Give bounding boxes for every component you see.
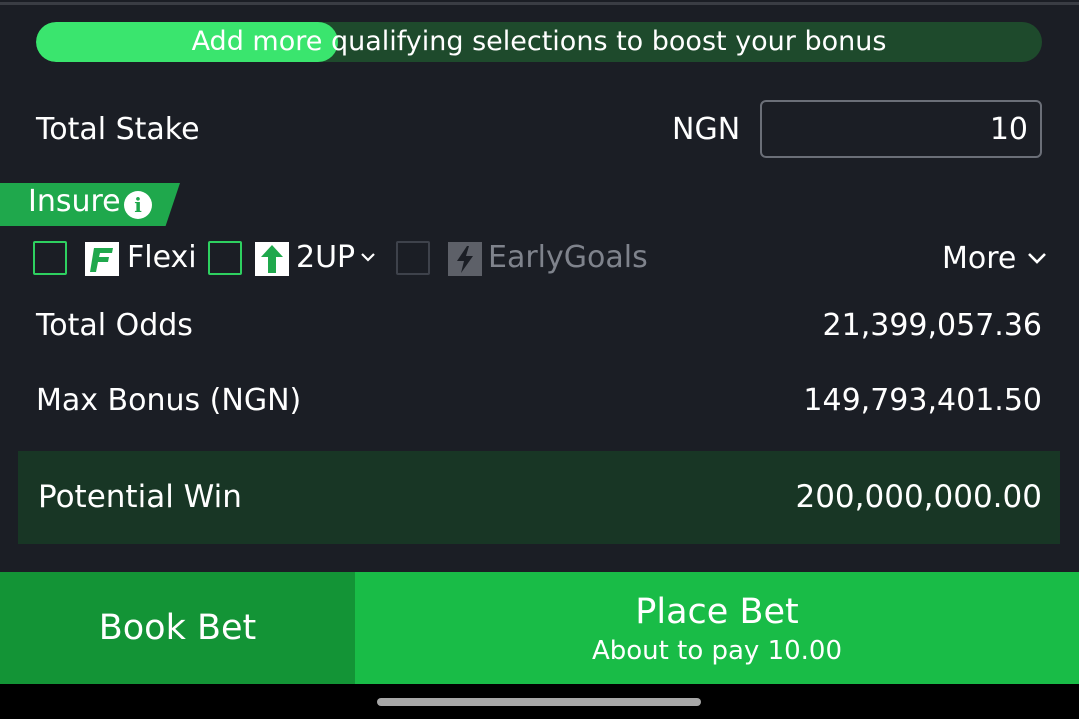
potential-win-value: 200,000,000.00 [795, 479, 1042, 515]
max-bonus-label: Max Bonus (NGN) [36, 383, 302, 418]
insure-label: Insure [28, 184, 121, 219]
more-options-button[interactable]: More [942, 241, 1016, 276]
max-bonus-value: 149,793,401.50 [803, 383, 1042, 418]
home-indicator[interactable] [377, 698, 701, 706]
place-bet-button[interactable]: Place Bet About to pay 10.00 [355, 572, 1079, 684]
place-bet-amount: About to pay 10.00 [591, 636, 843, 666]
total-odds-value: 21,399,057.36 [822, 308, 1042, 343]
two-up-checkbox[interactable] [208, 241, 242, 275]
flexi-checkbox[interactable] [33, 241, 67, 275]
chevron-down-icon[interactable] [360, 251, 376, 263]
two-up-icon [255, 242, 289, 276]
lightning-icon [448, 242, 482, 276]
earlygoals-label: EarlyGoals [488, 240, 648, 275]
two-up-label[interactable]: 2UP [296, 240, 355, 275]
potential-win-row: Potential Win 200,000,000.00 [18, 451, 1060, 544]
potential-win-label: Potential Win [38, 479, 242, 515]
place-bet-label: Place Bet [635, 592, 799, 632]
stake-currency: NGN [672, 112, 741, 147]
bonus-progress-text: Add more qualifying selections to boost … [191, 26, 887, 57]
top-divider [0, 2, 1079, 5]
earlygoals-checkbox [396, 241, 430, 275]
betslip-panel: Add more qualifying selections to boost … [0, 0, 1079, 684]
stake-input[interactable] [760, 100, 1042, 158]
flexi-icon [85, 242, 119, 276]
info-icon[interactable]: i [124, 191, 152, 219]
total-stake-label: Total Stake [36, 112, 200, 147]
bonus-progress-bar: Add more qualifying selections to boost … [36, 22, 1042, 62]
total-odds-label: Total Odds [36, 308, 193, 343]
more-chevron-down-icon[interactable] [1026, 251, 1048, 265]
flexi-label[interactable]: Flexi [127, 240, 197, 275]
book-bet-button[interactable]: Book Bet [0, 572, 355, 684]
